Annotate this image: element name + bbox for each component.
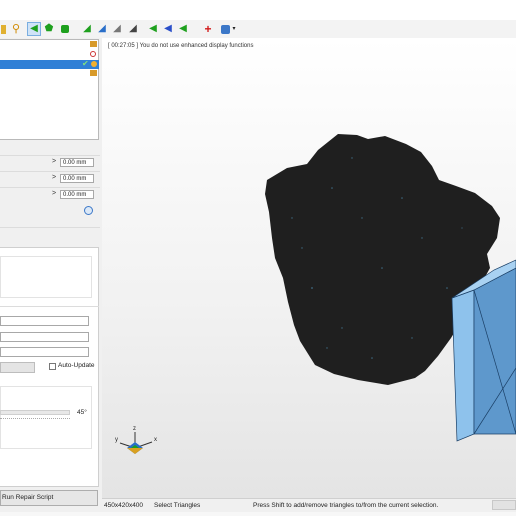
- arrow-left-blue-icon[interactable]: ◀: [161, 22, 175, 36]
- text-field[interactable]: [0, 316, 89, 326]
- axis-x-label: x: [154, 437, 157, 443]
- chevron-right-icon[interactable]: >: [52, 190, 56, 197]
- fill-icon[interactable]: [58, 22, 72, 36]
- apply-button[interactable]: [0, 362, 35, 373]
- settings-icon[interactable]: [91, 61, 97, 67]
- status-bar: 450x420x400 Select Triangles Press Shift…: [102, 498, 516, 513]
- select-triangle-icon[interactable]: ◀: [27, 22, 41, 36]
- arrow-left-icon[interactable]: ◀: [146, 22, 160, 36]
- folder-open-icon[interactable]: [90, 70, 97, 76]
- check-icon: ✔: [82, 59, 89, 68]
- axis-triad: [119, 432, 153, 454]
- angle-slider[interactable]: [0, 410, 70, 415]
- text-field[interactable]: [0, 347, 89, 357]
- axis-z-label: z: [133, 426, 136, 432]
- search-icon[interactable]: ⚲: [9, 22, 23, 36]
- view-back-icon[interactable]: ◢: [95, 22, 109, 36]
- run-repair-script-button[interactable]: Run Repair Script: [0, 490, 98, 506]
- measure-field[interactable]: 0.00 mm: [60, 174, 94, 183]
- model-render[interactable]: [102, 38, 516, 498]
- arrow-left-green-icon[interactable]: ◀: [176, 22, 190, 36]
- status-mode: Select Triangles: [154, 502, 201, 509]
- refresh-icon[interactable]: [84, 206, 93, 215]
- repair-wizard-icon[interactable]: [218, 22, 232, 36]
- add-part-icon[interactable]: +: [201, 22, 215, 36]
- chevron-right-icon[interactable]: >: [52, 158, 56, 165]
- status-hint: Press Shift to add/remove triangles to/f…: [253, 502, 439, 509]
- separator: [0, 306, 99, 307]
- toolbar: ⚲ ◀ ⬟ ◢ ◢ ◢ ◢ ◀ ◀ ◀ + ▾: [0, 20, 516, 39]
- angle-value: 45°: [77, 409, 87, 416]
- dropdown-icon[interactable]: ▾: [231, 22, 237, 36]
- select-polygon-icon[interactable]: ⬟: [42, 22, 56, 36]
- view-front-icon[interactable]: ◢: [80, 22, 94, 36]
- text-field[interactable]: [0, 332, 89, 342]
- separator: [0, 227, 100, 242]
- top-strip: [0, 0, 516, 20]
- view-left-icon[interactable]: ◢: [110, 22, 124, 36]
- folder-icon[interactable]: [0, 22, 6, 36]
- measure-field[interactable]: 0.00 mm: [60, 158, 94, 167]
- axis-y-label: y: [115, 437, 118, 443]
- bottom-strip: [0, 512, 516, 516]
- auto-update-label: Auto-Update: [58, 362, 95, 369]
- status-dimensions: 450x420x400: [104, 502, 144, 509]
- chevron-right-icon[interactable]: >: [52, 174, 56, 181]
- status-indicator: [492, 500, 516, 510]
- auto-update-checkbox[interactable]: [49, 363, 56, 370]
- info-box: [0, 256, 92, 298]
- parts-tree[interactable]: [0, 39, 99, 140]
- measure-field[interactable]: 0.00 mm: [60, 190, 94, 199]
- folder-open-icon[interactable]: [90, 41, 97, 47]
- slider-ticks: [0, 418, 70, 421]
- view-right-icon[interactable]: ◢: [126, 22, 140, 36]
- delete-icon[interactable]: [90, 51, 96, 57]
